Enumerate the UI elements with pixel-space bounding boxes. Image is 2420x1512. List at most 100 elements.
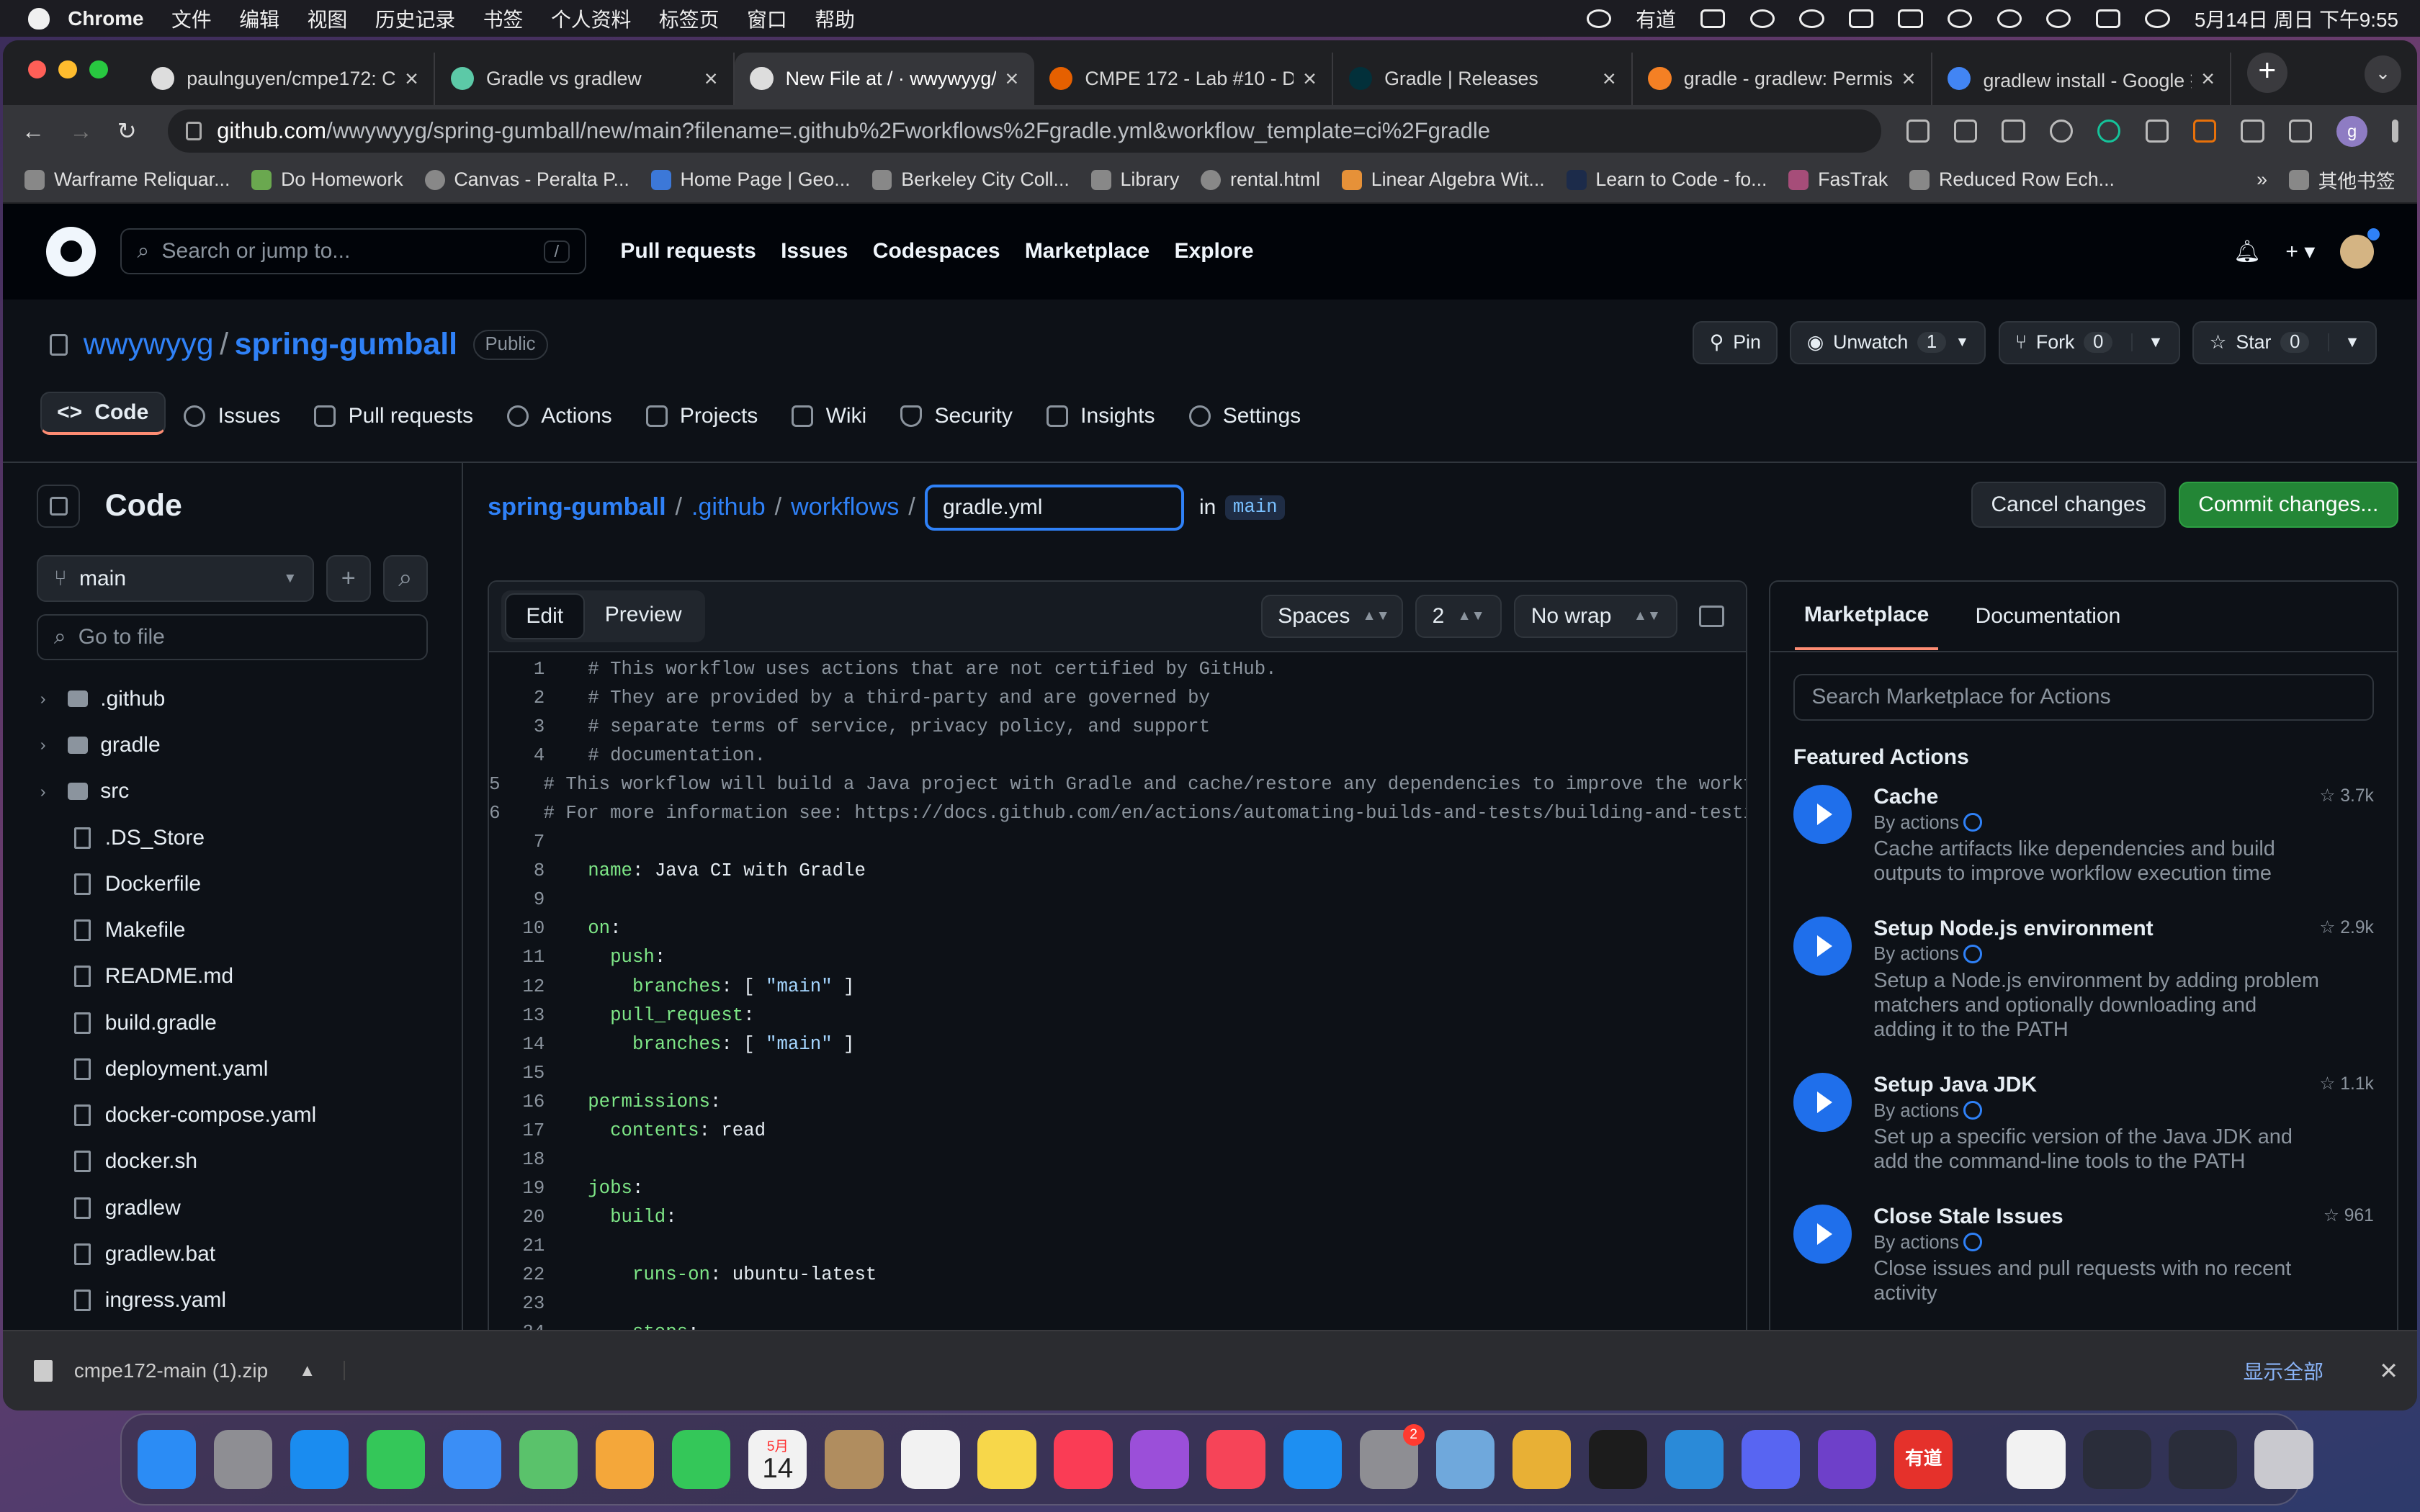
mindnode-icon[interactable] xyxy=(1435,1430,1495,1489)
nav-pull-requests[interactable]: Pull requests xyxy=(620,239,756,264)
back-arrow-icon[interactable]: ← xyxy=(22,118,45,145)
code-line[interactable]: 22 runs-on: ubuntu-latest xyxy=(489,1264,1746,1293)
music-icon[interactable] xyxy=(1054,1430,1113,1489)
toggle-side-panel-icon[interactable] xyxy=(1699,605,1724,627)
download-options-chevron-icon[interactable]: ▲ xyxy=(299,1361,345,1381)
code-line[interactable]: 13 pull_request: xyxy=(489,1005,1746,1034)
code-line[interactable]: 23 xyxy=(489,1293,1746,1322)
tree-file[interactable]: .DS_Store xyxy=(3,814,462,860)
menu-profile[interactable]: 个人资料 xyxy=(551,4,631,33)
close-tab-icon[interactable]: × xyxy=(1005,66,1018,92)
code-line[interactable]: 12 branches: [ "main" ] xyxy=(489,976,1746,1005)
notes-icon[interactable] xyxy=(977,1430,1036,1489)
minimize-window-button[interactable] xyxy=(58,60,78,79)
tab-issues[interactable]: Issues xyxy=(169,392,296,447)
featured-action-item[interactable]: Close Stale Issues By actions Close issues… xyxy=(1770,1205,2397,1305)
other-bookmarks-folder[interactable]: 其他书签 xyxy=(2288,166,2396,194)
tree-file[interactable]: docker.sh xyxy=(3,1138,462,1184)
new-tab-button[interactable]: + xyxy=(2246,52,2287,93)
code-line[interactable]: 2 # They are provided by a third-party an… xyxy=(489,688,1746,716)
forward-arrow-icon[interactable]: → xyxy=(69,118,92,145)
recent-window-icon[interactable] xyxy=(2083,1430,2151,1489)
youdao-icon[interactable]: 有道 xyxy=(1894,1430,1953,1489)
cancel-changes-button[interactable]: Cancel changes xyxy=(1971,481,2166,528)
share-icon[interactable] xyxy=(2002,120,2025,143)
tree-file[interactable]: gradlew.bat xyxy=(3,1231,462,1277)
tab-wiki[interactable]: Wiki xyxy=(776,392,882,447)
apple-icon[interactable] xyxy=(27,7,50,30)
code-line[interactable]: 10 on: xyxy=(489,918,1746,947)
spotlight-search-icon[interactable] xyxy=(2046,9,2071,28)
tree-file[interactable]: Dockerfile xyxy=(3,861,462,907)
close-tab-icon[interactable]: × xyxy=(1303,66,1317,92)
messages-icon[interactable] xyxy=(366,1430,426,1489)
tree-folder[interactable]: › gradle xyxy=(3,722,462,768)
close-tab-icon[interactable]: × xyxy=(704,66,718,92)
tree-file[interactable]: initializr.png xyxy=(3,1323,462,1330)
news-icon[interactable] xyxy=(1206,1430,1265,1489)
menu-app-name[interactable]: Chrome xyxy=(68,7,143,30)
side-panel-icon[interactable] xyxy=(2288,120,2313,143)
tab-insights[interactable]: Insights xyxy=(1031,392,1170,447)
code-line[interactable]: 14 branches: [ "main" ] xyxy=(489,1034,1746,1063)
star-button[interactable]: ☆ Star 0 ▼ xyxy=(2192,320,2377,364)
github-logo-icon[interactable] xyxy=(46,226,96,276)
code-line[interactable]: 21 xyxy=(489,1236,1746,1264)
discord-icon[interactable] xyxy=(1741,1430,1801,1489)
add-file-button[interactable]: + xyxy=(326,555,371,602)
go-to-file-input[interactable]: ⌕ Go to file xyxy=(37,613,428,661)
menu-edit[interactable]: 编辑 xyxy=(239,4,279,33)
browser-tab[interactable]: gradlew install - Google 搜 × xyxy=(1932,52,2232,105)
repo-owner-link[interactable]: wwywyyg xyxy=(84,327,214,362)
contacts-icon[interactable] xyxy=(825,1430,884,1489)
facetime-icon[interactable] xyxy=(672,1430,731,1489)
finder-icon[interactable] xyxy=(137,1430,196,1489)
code-line[interactable]: 15 xyxy=(489,1063,1746,1092)
nav-issues[interactable]: Issues xyxy=(781,239,848,264)
code-line[interactable]: 4 # documentation. xyxy=(489,745,1746,774)
breadcrumb-repo-link[interactable]: spring-gumball xyxy=(488,493,666,521)
chrome-icon[interactable] xyxy=(1512,1430,1572,1489)
indent-mode-select[interactable]: Spaces ▲▼ xyxy=(1260,594,1403,638)
app-store-icon[interactable] xyxy=(1283,1430,1342,1489)
close-tab-icon[interactable]: × xyxy=(1902,66,1916,92)
podcasts-icon[interactable] xyxy=(1130,1430,1189,1489)
bookmark-item[interactable]: Linear Algebra Wit... xyxy=(1342,168,1545,191)
tree-file[interactable]: build.gradle xyxy=(3,1000,462,1046)
record-icon[interactable] xyxy=(1586,9,1611,28)
siri-icon[interactable] xyxy=(2145,9,2170,28)
browser-tab-active[interactable]: New File at / · wwywyyg/ × xyxy=(734,52,1034,105)
terminal-icon[interactable] xyxy=(1588,1430,1648,1489)
tree-file[interactable]: deployment.yaml xyxy=(3,1046,462,1092)
install-app-icon[interactable] xyxy=(1906,120,1930,143)
browser-tab[interactable]: CMPE 172 - Lab #10 - De × xyxy=(1034,52,1334,105)
chevron-down-icon[interactable]: ▼ xyxy=(2130,333,2164,352)
menu-window[interactable]: 窗口 xyxy=(747,4,787,33)
more-bookmarks-chevron-icon[interactable]: » xyxy=(2257,168,2267,191)
reload-icon[interactable]: ↻ xyxy=(117,117,137,145)
code-line[interactable]: 1 # This workflow uses actions that are n… xyxy=(489,659,1746,688)
menu-bookmarks[interactable]: 书签 xyxy=(483,4,524,33)
code-line[interactable]: 24 steps: xyxy=(489,1322,1746,1330)
tree-folder[interactable]: › src xyxy=(3,768,462,814)
chrome-menu-icon[interactable] xyxy=(2392,120,2398,143)
tab-code[interactable]: <> Code xyxy=(40,392,166,436)
nav-codespaces[interactable]: Codespaces xyxy=(873,239,1000,264)
featured-action-item[interactable]: Cache By actions Cache artifacts like depe… xyxy=(1770,785,2397,886)
breadcrumb-workflows-link[interactable]: workflows xyxy=(791,493,899,521)
show-all-downloads-link[interactable]: 显示全部 xyxy=(2244,1356,2323,1385)
close-download-shelf-icon[interactable]: ✕ xyxy=(2379,1357,2398,1385)
chevron-right-icon[interactable]: › xyxy=(40,782,68,801)
bookmark-item[interactable]: FasTrak xyxy=(1788,168,1888,191)
menu-file[interactable]: 文件 xyxy=(171,4,212,33)
vscode-icon[interactable] xyxy=(1664,1430,1724,1489)
tree-file[interactable]: gradlew xyxy=(3,1185,462,1231)
photos-icon[interactable] xyxy=(595,1430,655,1489)
bookmark-item[interactable]: Canvas - Peralta P... xyxy=(424,168,629,191)
battery-icon[interactable] xyxy=(1898,9,1923,28)
close-tab-icon[interactable]: × xyxy=(2201,66,2215,92)
code-line[interactable]: 16 permissions: xyxy=(489,1092,1746,1120)
action-name[interactable]: Close Stale Issues xyxy=(1873,1205,2321,1229)
menu-clock[interactable]: 5月14日 周日 下午9:55 xyxy=(2195,4,2398,33)
ime-youdao-label[interactable]: 有道 xyxy=(1636,4,1676,33)
